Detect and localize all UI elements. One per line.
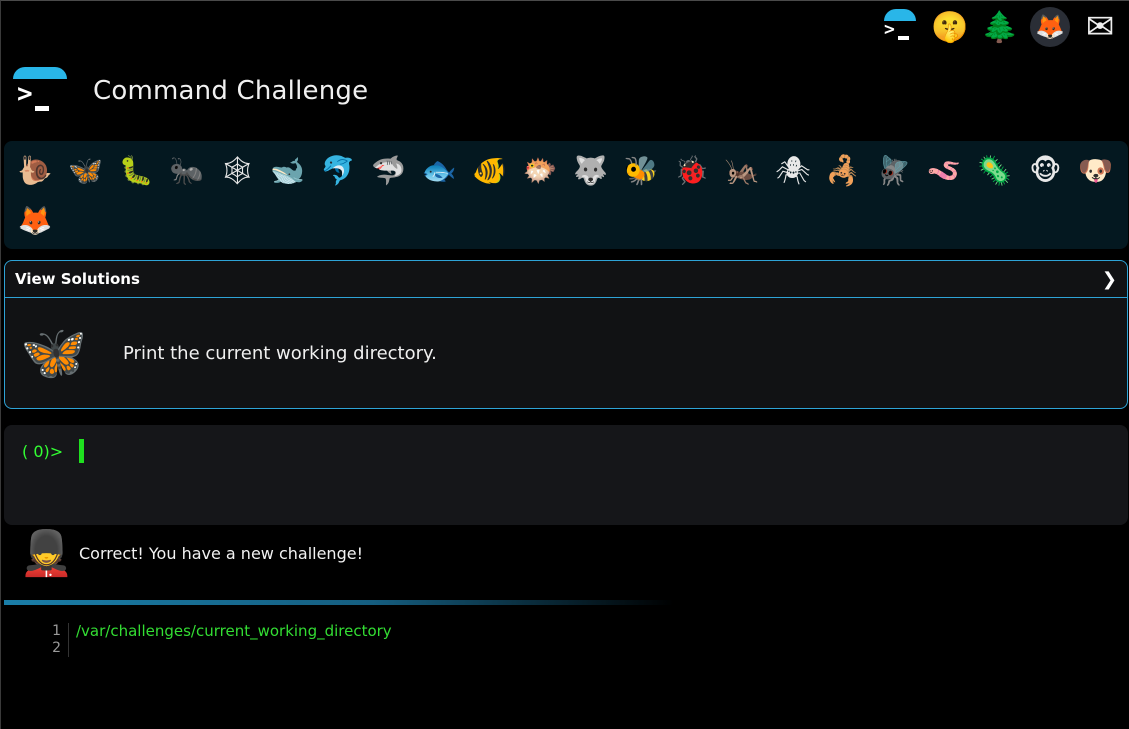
blowfish-icon[interactable]: 🐡: [515, 145, 566, 195]
fly-icon[interactable]: 🪰: [869, 145, 920, 195]
bee-icon[interactable]: 🐝: [616, 145, 667, 195]
dog-icon[interactable]: 🐶: [1071, 145, 1122, 195]
response-message: 💂 Correct! You have a new challenge!: [19, 527, 363, 579]
top-icon-bar: > 🤫 🌲 🦊 ✉: [875, 5, 1125, 49]
wolf-icon[interactable]: 🐺: [566, 145, 617, 195]
whale-icon[interactable]: 🐋: [263, 145, 314, 195]
butterfly-icon[interactable]: 🦋: [61, 145, 112, 195]
terminal-cursor: [79, 439, 85, 463]
terminal-input[interactable]: ( 0)>: [4, 425, 1128, 525]
monkey-icon[interactable]: 🐵: [1020, 145, 1071, 195]
tree-icon[interactable]: 🌲: [975, 5, 1025, 49]
response-text: Correct! You have a new challenge!: [79, 543, 363, 563]
line-number: 2: [52, 640, 61, 656]
gitlab-fox-icon[interactable]: 🦊: [1025, 5, 1075, 49]
shark-icon[interactable]: 🦈: [364, 145, 415, 195]
microbe-icon[interactable]: 🦠: [970, 145, 1021, 195]
prompt-logo-icon[interactable]: >: [875, 5, 925, 49]
caterpillar-icon[interactable]: 🐛: [111, 145, 162, 195]
output-line: 1 /var/challenges/current_working_direct…: [45, 623, 392, 640]
gitlab-fox-glyph: 🦊: [1035, 13, 1065, 41]
divider: [4, 600, 674, 605]
output-line: 2: [45, 640, 392, 657]
challenge-progress-bar: 🐌 🦋 🐛 🐜 🕸 🐋 🐬 🦈 🐟 🐠 🐡 🐺 🐝 🐞 🦗 🕷 🦂 🪰 🪱 🦠 🐵 🐶 🦊: [4, 141, 1128, 249]
ant-icon[interactable]: 🐜: [162, 145, 213, 195]
moth-icon: 🦋: [20, 321, 88, 384]
fish-icon[interactable]: 🐟: [414, 145, 465, 195]
line-number: 1: [52, 623, 61, 639]
scorpion-icon[interactable]: 🦂: [818, 145, 869, 195]
guard-icon: 💂: [19, 528, 74, 579]
challenge-body: 🦋 Print the current working directory.: [5, 298, 1127, 408]
challenge-card: View Solutions ❯ 🦋 Print the current wor…: [4, 260, 1128, 409]
fox-icon[interactable]: 🦊: [10, 195, 61, 245]
terminal-line: ( 0)>: [22, 439, 1110, 463]
tropical-fish-icon[interactable]: 🐠: [465, 145, 516, 195]
snail-icon[interactable]: 🐌: [10, 145, 61, 195]
page-title: Command Challenge: [93, 76, 369, 106]
terminal-prompt: ( 0)>: [22, 441, 64, 461]
app-logo-icon[interactable]: >: [13, 63, 69, 119]
chevron-right-icon[interactable]: ❯: [1102, 269, 1117, 290]
ladybug-icon[interactable]: 🐞: [667, 145, 718, 195]
envelope-icon[interactable]: ✉: [1075, 5, 1125, 49]
shushing-face-icon[interactable]: 🤫: [925, 5, 975, 49]
header: > Command Challenge: [13, 63, 368, 119]
spider-web-icon[interactable]: 🕸: [212, 145, 263, 195]
dolphin-icon[interactable]: 🐬: [313, 145, 364, 195]
challenge-description: Print the current working directory.: [123, 342, 437, 364]
spider-icon[interactable]: 🕷: [768, 145, 819, 195]
view-solutions-toggle[interactable]: View Solutions ❯: [5, 261, 1127, 298]
output-text: /var/challenges/current_working_director…: [76, 622, 392, 640]
worm-icon[interactable]: 🪱: [919, 145, 970, 195]
command-output: 1 /var/challenges/current_working_direct…: [45, 623, 392, 657]
cricket-icon[interactable]: 🦗: [717, 145, 768, 195]
view-solutions-label: View Solutions: [15, 270, 140, 288]
